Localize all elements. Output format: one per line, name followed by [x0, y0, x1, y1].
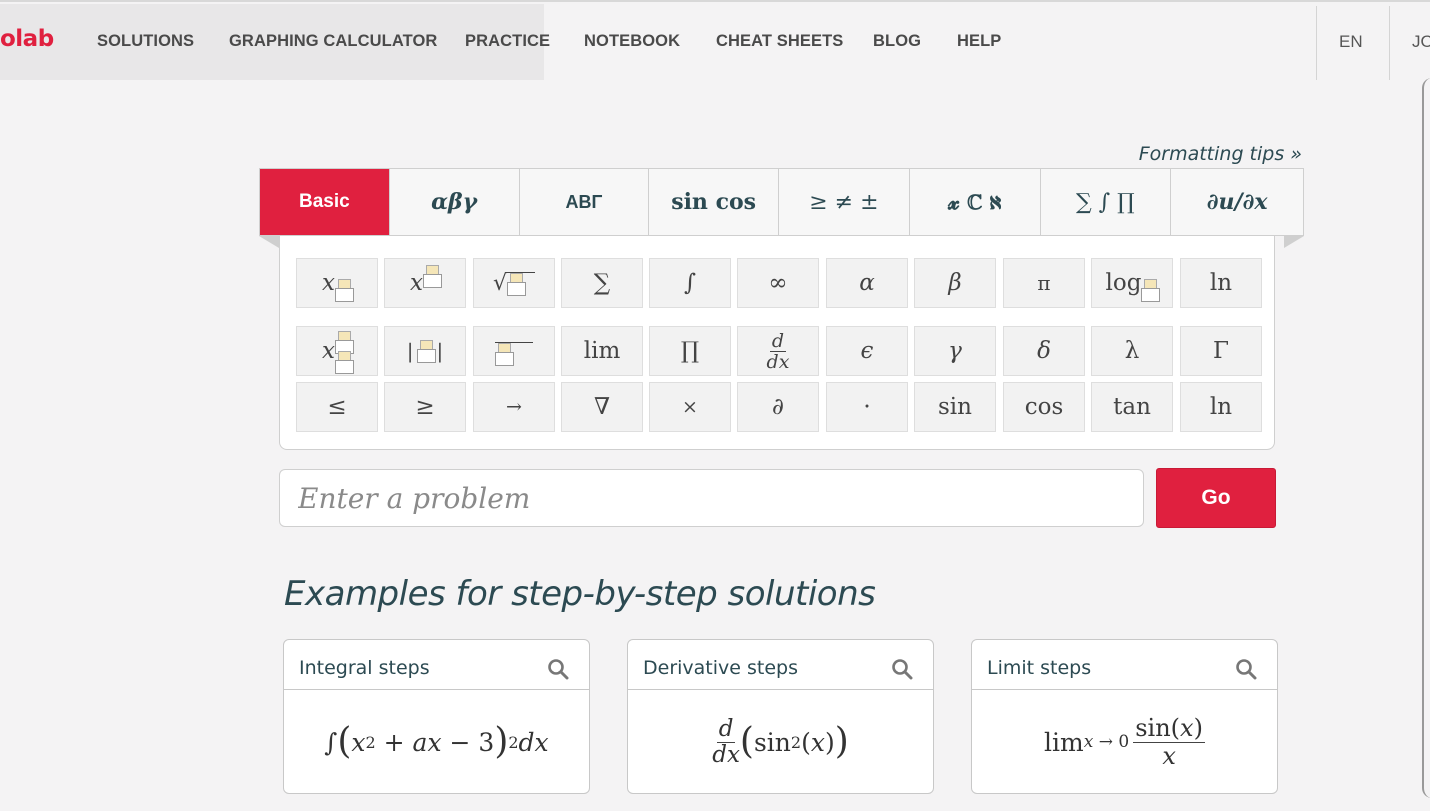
key-tan[interactable]: tan	[1091, 382, 1173, 432]
card-title: Derivative steps	[643, 657, 798, 679]
card-title: Integral steps	[299, 657, 430, 679]
key-ln[interactable]: ln	[1180, 258, 1262, 308]
examples-heading: Examples for step-by-step solutions	[284, 574, 876, 614]
key-subscript[interactable]: x	[296, 258, 378, 308]
key-delta[interactable]: δ	[1003, 326, 1085, 376]
search-icon	[1236, 659, 1257, 680]
key-sin[interactable]: sin	[914, 382, 996, 432]
key-beta[interactable]: β	[914, 258, 996, 308]
go-button[interactable]: Go	[1156, 468, 1276, 528]
card-header: Integral steps	[284, 640, 589, 690]
search-icon	[892, 659, 913, 680]
key-overline[interactable]	[473, 326, 555, 376]
key-partial[interactable]: ∂	[737, 382, 819, 432]
placeholder-box-icon	[1141, 279, 1161, 302]
tab-sums-integrals[interactable]: ∑ ∫ ∏	[1041, 169, 1172, 235]
placeholder-box-icon	[495, 342, 533, 366]
placeholder-box-icon	[422, 265, 442, 288]
key-ln-2[interactable]: ln	[1180, 382, 1262, 432]
key-cdot[interactable]: ·	[826, 382, 908, 432]
logo[interactable]: olab	[0, 26, 54, 52]
example-card-limit[interactable]: Limit steps lim x → 0 sin(x) x	[971, 639, 1278, 794]
key-times[interactable]: ×	[649, 382, 731, 432]
nav-notebook[interactable]: NOTEBOOK	[584, 32, 680, 51]
key-power[interactable]: x	[384, 258, 466, 308]
placeholder-box-icon	[507, 272, 536, 296]
integral-example-formula: ∫(x 2 + ax − 3) 2 dx	[324, 721, 549, 762]
placeholder-box-icon	[416, 340, 436, 363]
limit-example-formula: lim x → 0 sin(x) x	[1044, 713, 1205, 770]
key-product[interactable]: ∏	[649, 326, 731, 376]
placeholder-box-icon	[334, 351, 354, 374]
key-sum[interactable]: ∑	[561, 258, 643, 308]
search-icon	[548, 659, 569, 680]
example-card-integral[interactable]: Integral steps ∫(x 2 + ax − 3) 2 dx	[283, 639, 590, 794]
key-cos[interactable]: cos	[1003, 382, 1085, 432]
nav-practice[interactable]: PRACTICE	[465, 32, 550, 51]
card-header: Limit steps	[972, 640, 1277, 690]
placeholder-box-icon	[334, 279, 354, 302]
tab-sets[interactable]: 𝔁 ℂ ℵ	[910, 169, 1041, 235]
key-derivative[interactable]: d dx	[737, 326, 819, 376]
derivative-example-formula: d dx(sin 2(x))	[712, 715, 849, 768]
key-capital-gamma[interactable]: Γ	[1180, 326, 1262, 376]
tab-basic[interactable]: Basic	[260, 169, 390, 235]
nav-solutions[interactable]: SOLUTIONS	[97, 32, 194, 51]
language-jo[interactable]: JO	[1412, 32, 1430, 52]
formatting-tips-link[interactable]: Formatting tips »	[1139, 143, 1302, 165]
key-absolute-value[interactable]: | |	[384, 326, 466, 376]
key-pi[interactable]: π	[1003, 258, 1085, 308]
problem-input[interactable]	[279, 469, 1144, 527]
card-header: Derivative steps	[628, 640, 933, 690]
key-less-equal[interactable]: ≤	[296, 382, 378, 432]
top-navigation: olab SOLUTIONS GRAPHING CALCULATOR PRACT…	[0, 0, 1430, 80]
key-limit[interactable]: lim	[561, 326, 643, 376]
key-alpha[interactable]: α	[826, 258, 908, 308]
nav-graphing-calculator[interactable]: GRAPHING CALCULATOR	[229, 32, 437, 51]
nav-blog[interactable]: BLOG	[873, 32, 921, 51]
tab-relations[interactable]: ≥ ≠ ±	[779, 169, 910, 235]
tab-corner	[259, 236, 279, 248]
divider	[1316, 6, 1317, 80]
example-card-derivative[interactable]: Derivative steps d dx(sin 2(x))	[627, 639, 934, 794]
key-sub-superscript[interactable]: x	[296, 326, 378, 376]
key-integral[interactable]: ∫	[649, 258, 731, 308]
key-gamma[interactable]: γ	[914, 326, 996, 376]
side-panel-edge	[1422, 78, 1430, 798]
tab-trig[interactable]: sin cos	[649, 169, 779, 235]
placeholder-box-icon	[334, 331, 354, 354]
keypad: x x √ ∑ ∫ ∞ α β π log ln x | | lim ∏ d dx …	[279, 236, 1275, 450]
key-log[interactable]: log	[1091, 258, 1173, 308]
key-lambda[interactable]: λ	[1091, 326, 1173, 376]
language-en[interactable]: EN	[1339, 32, 1363, 52]
key-infinity[interactable]: ∞	[737, 258, 819, 308]
card-title: Limit steps	[987, 657, 1092, 679]
tab-partial-derivative[interactable]: ∂u/∂x	[1171, 169, 1303, 235]
key-arrow[interactable]: →	[473, 382, 555, 432]
key-nabla[interactable]: ∇	[561, 382, 643, 432]
tab-greek-lower[interactable]: αβγ	[390, 169, 520, 235]
tab-greek-upper[interactable]: ΑΒΓ	[520, 169, 650, 235]
symbol-tabs: Basic αβγ ΑΒΓ sin cos ≥ ≠ ± 𝔁 ℂ ℵ ∑ ∫ ∏ …	[259, 168, 1304, 236]
key-epsilon[interactable]: ϵ	[826, 326, 908, 376]
tab-corner	[1284, 236, 1304, 248]
nav-help[interactable]: HELP	[957, 32, 1001, 51]
divider	[1389, 6, 1390, 80]
key-greater-equal[interactable]: ≥	[384, 382, 466, 432]
nav-cheat-sheets[interactable]: CHEAT SHEETS	[716, 32, 843, 51]
key-sqrt[interactable]: √	[473, 258, 555, 308]
